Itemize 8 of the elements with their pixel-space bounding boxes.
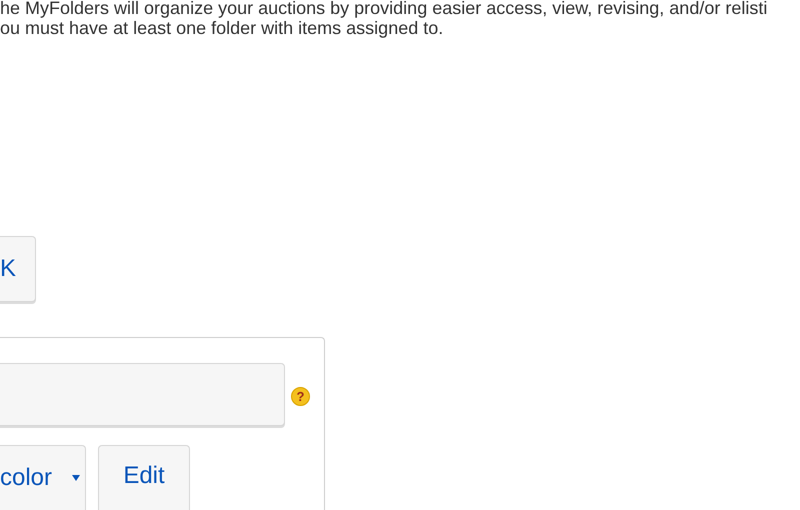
help-icon[interactable]: ? [291, 387, 310, 406]
ok-button[interactable]: K [0, 236, 36, 302]
input-field[interactable] [0, 363, 285, 426]
caret-icon [72, 475, 80, 481]
intro-text: he MyFolders will organize your auctions by providing easier access, view, revising, and/or relisti [0, 0, 768, 18]
edit-button[interactable]: Edit [98, 445, 190, 510]
color-select[interactable]: color [0, 445, 86, 510]
intro-text: ou must have at least one folder with items assigned to. [0, 18, 444, 38]
